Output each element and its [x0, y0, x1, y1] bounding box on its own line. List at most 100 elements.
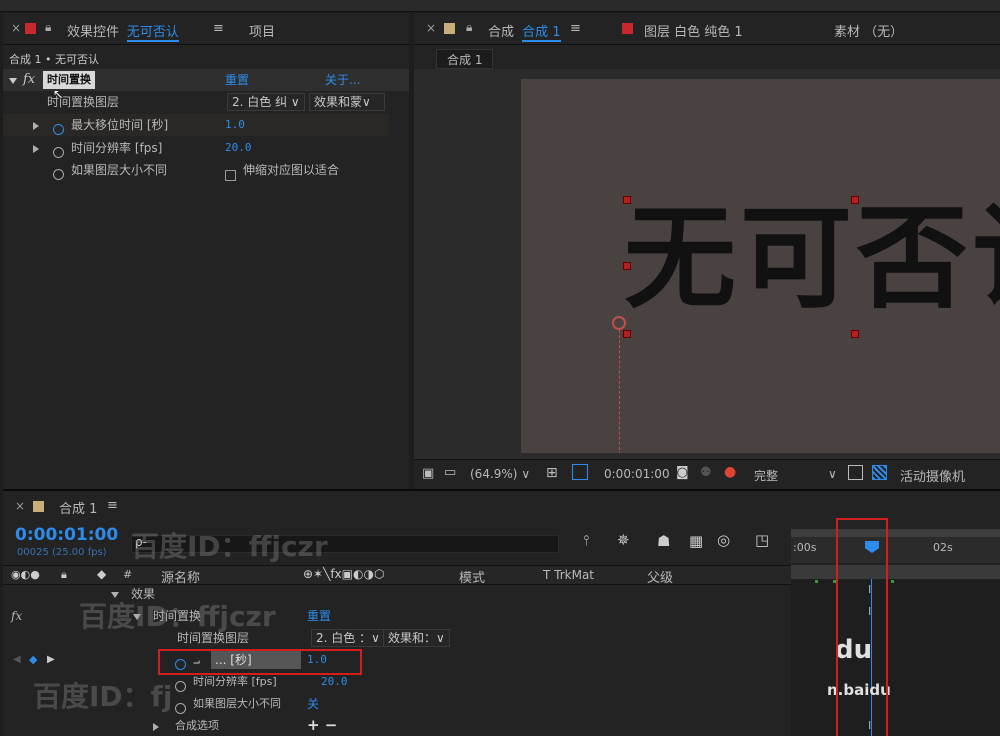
column-header-row: ◉◐● 🔒︎ ◆ # 源名称 ⊕✶╲fx▣◐◑⬡ 模式 T TrkMat 父级 — [3, 565, 791, 586]
camera-snapshot-icon[interactable]: ◙ — [676, 465, 689, 480]
tab-composition-label: 合成 — [488, 25, 515, 40]
effect-mask-dropdown[interactable]: 效果和：∨ — [383, 629, 450, 647]
trkmat-column[interactable]: T TrkMat — [543, 568, 594, 582]
zoom-dropdown[interactable]: (64.9%) ∨ — [470, 467, 530, 481]
stopwatch-icon[interactable] — [53, 163, 64, 185]
reset-link[interactable]: 重置 — [307, 605, 331, 627]
label-column-icon[interactable]: ◆ — [97, 567, 106, 581]
comp-panel-tabbar: × 🔒︎ 合成 合成 1 ≡ 图层 白色 纯色 1 素材 （无） — [414, 13, 1000, 45]
tab-layer[interactable]: 图层 白色 纯色 1 — [644, 21, 743, 40]
prev-keyframe-icon[interactable]: ◀ — [13, 649, 21, 671]
prop-row-max-shift: 最大移位时间 [秒] 1.0 — [3, 114, 389, 136]
app-top-strip — [0, 0, 1000, 12]
expand-toggle[interactable] — [33, 114, 39, 136]
layer-size-value[interactable]: 关 — [307, 693, 319, 715]
transform-handle[interactable] — [623, 330, 631, 338]
shy-layers-icon[interactable]: ☗ — [657, 532, 670, 550]
breadcrumb: 合成 1 • 无可否认 — [9, 53, 99, 66]
close-icon[interactable]: × — [426, 21, 436, 35]
max-shift-value[interactable]: 1.0 — [225, 114, 245, 136]
panel-menu-icon[interactable]: ≡ — [570, 21, 581, 36]
comp-viewer[interactable]: 无可否认 — [414, 69, 1000, 459]
tab-effect-controls-label: 效果控件 — [67, 25, 120, 40]
keyframe-area[interactable]: I I I du n.baidu — [791, 579, 1000, 736]
effect-mask-dropdown[interactable]: 效果和蒙∨ — [309, 93, 385, 111]
panel-menu-icon[interactable]: ≡ — [213, 21, 224, 36]
chevron-down-icon: ∨ — [371, 631, 380, 645]
tab-composition[interactable]: 合成 合成 1 — [488, 21, 561, 42]
always-preview-icon[interactable]: ▣ — [422, 466, 434, 481]
prop-label: 时间分辨率 [fps] — [71, 141, 163, 155]
av-switches-icon[interactable]: ◉◐● — [11, 568, 40, 581]
close-icon[interactable]: × — [11, 21, 21, 35]
tab-footage[interactable]: 素材 （无） — [834, 21, 903, 40]
anchor-point-icon[interactable] — [612, 316, 626, 330]
motion-blur-icon[interactable]: ◎ — [717, 531, 730, 549]
tab-project[interactable]: 项目 — [249, 21, 275, 40]
tab-timeline-comp[interactable]: 合成 1 — [59, 498, 97, 517]
work-area-bar[interactable] — [791, 529, 1000, 537]
effect-controls-panel: × 🔒︎ 效果控件 无可否认 ≡ 项目 合成 1 • 无可否认 fx 时间置换 … — [3, 13, 409, 489]
layer-label: 合成选项 — [175, 719, 219, 732]
show-snapshot-icon[interactable]: ⚉ — [700, 465, 712, 480]
close-icon[interactable]: × — [15, 499, 25, 513]
lock-icon[interactable]: 🔒︎ — [466, 20, 472, 35]
transform-handle[interactable] — [623, 196, 631, 204]
expand-toggle[interactable] — [9, 69, 17, 91]
about-link[interactable]: 关于... — [325, 69, 360, 91]
displacement-layer-dropdown[interactable]: 2. 白色 ：∨ — [311, 629, 385, 647]
timeline-layer-bar[interactable] — [791, 565, 1000, 579]
timeline-timecode[interactable]: 0:00:01:00 — [15, 525, 118, 545]
add-remove-buttons[interactable]: + − — [307, 714, 337, 736]
chevron-down-icon[interactable]: ∨ — [828, 467, 837, 481]
panel-menu-icon[interactable]: ≡ — [107, 498, 118, 513]
keyframe-icon[interactable]: ◆ — [29, 649, 37, 671]
dropdown-value: 2. 白色 ： — [316, 631, 372, 645]
effect-name[interactable]: 时间置换 — [43, 71, 95, 89]
tab-effect-controls-layer: 无可否认 — [126, 25, 179, 42]
tab-effect-controls[interactable]: 效果控件 无可否认 — [67, 21, 179, 42]
draft-3d-icon[interactable]: ✵ — [617, 531, 630, 549]
stretch-checkbox[interactable] — [225, 164, 236, 186]
lock-column-icon[interactable]: 🔒︎ — [61, 568, 67, 582]
resolution-dropdown[interactable]: 完整 — [754, 467, 778, 484]
region-of-interest-icon[interactable] — [572, 464, 588, 480]
transform-handle[interactable] — [851, 196, 859, 204]
transparency-grid-icon[interactable] — [872, 465, 887, 480]
lock-icon[interactable]: 🔒︎ — [45, 20, 51, 35]
graph-editor-icon[interactable]: ◳ — [755, 531, 769, 549]
viewer-timecode[interactable]: 0:00:01:00 — [604, 467, 670, 481]
time-resolution-value[interactable]: 20.0 — [225, 137, 252, 159]
number-column-label: # — [123, 568, 133, 581]
camera-dropdown[interactable]: 活动摄像机 — [900, 466, 965, 485]
time-resolution-value[interactable]: 20.0 — [321, 671, 348, 693]
tab-composition-name: 合成 1 — [522, 25, 561, 42]
fx-icon[interactable]: fx — [23, 69, 35, 91]
comp-subtab[interactable]: 合成 1 — [436, 49, 494, 69]
next-keyframe-icon[interactable]: ▶ — [47, 649, 55, 671]
grid-icon[interactable]: ⊞ — [546, 465, 558, 481]
transform-handle[interactable] — [623, 262, 631, 270]
resolution-value: 完整 — [754, 469, 779, 483]
fx-icon[interactable]: fx — [11, 605, 22, 627]
comp-canvas[interactable]: 无可否认 — [521, 79, 1000, 453]
displacement-layer-dropdown[interactable]: 2. 白色 纠 ∨ — [227, 93, 305, 111]
composition-mini-flowchart-icon[interactable]: ⫯ — [583, 533, 589, 549]
prop-row-time-resolution: 时间分辨率 [fps] 20.0 — [3, 137, 409, 159]
fast-preview-icon[interactable] — [848, 465, 863, 480]
frame-blending-icon[interactable]: ▦ — [689, 532, 703, 550]
transform-handle[interactable] — [851, 330, 859, 338]
reset-link[interactable]: 重置 — [225, 69, 249, 91]
expand-toggle[interactable] — [33, 137, 39, 159]
monitor-icon[interactable]: ▭ — [444, 465, 456, 480]
expand-toggle[interactable] — [153, 715, 159, 736]
chevron-down-icon: ∨ — [521, 467, 531, 481]
time-ruler[interactable]: :00s 02s — [791, 529, 1000, 563]
color-channels-icon[interactable]: ● — [724, 464, 736, 480]
effect-header-row[interactable]: fx 时间置换 ↖ 重置 关于... — [3, 69, 409, 101]
switches-column-icon[interactable]: ⊕✶╲fx▣◐◑⬡ — [303, 567, 384, 581]
effect-panel-tabbar: × 🔒︎ 效果控件 无可否认 ≡ 项目 — [3, 13, 409, 45]
watermark: 百度ID：ffjczr — [79, 600, 276, 633]
marker — [815, 580, 818, 583]
watermark: 百度ID：fj — [33, 680, 173, 713]
